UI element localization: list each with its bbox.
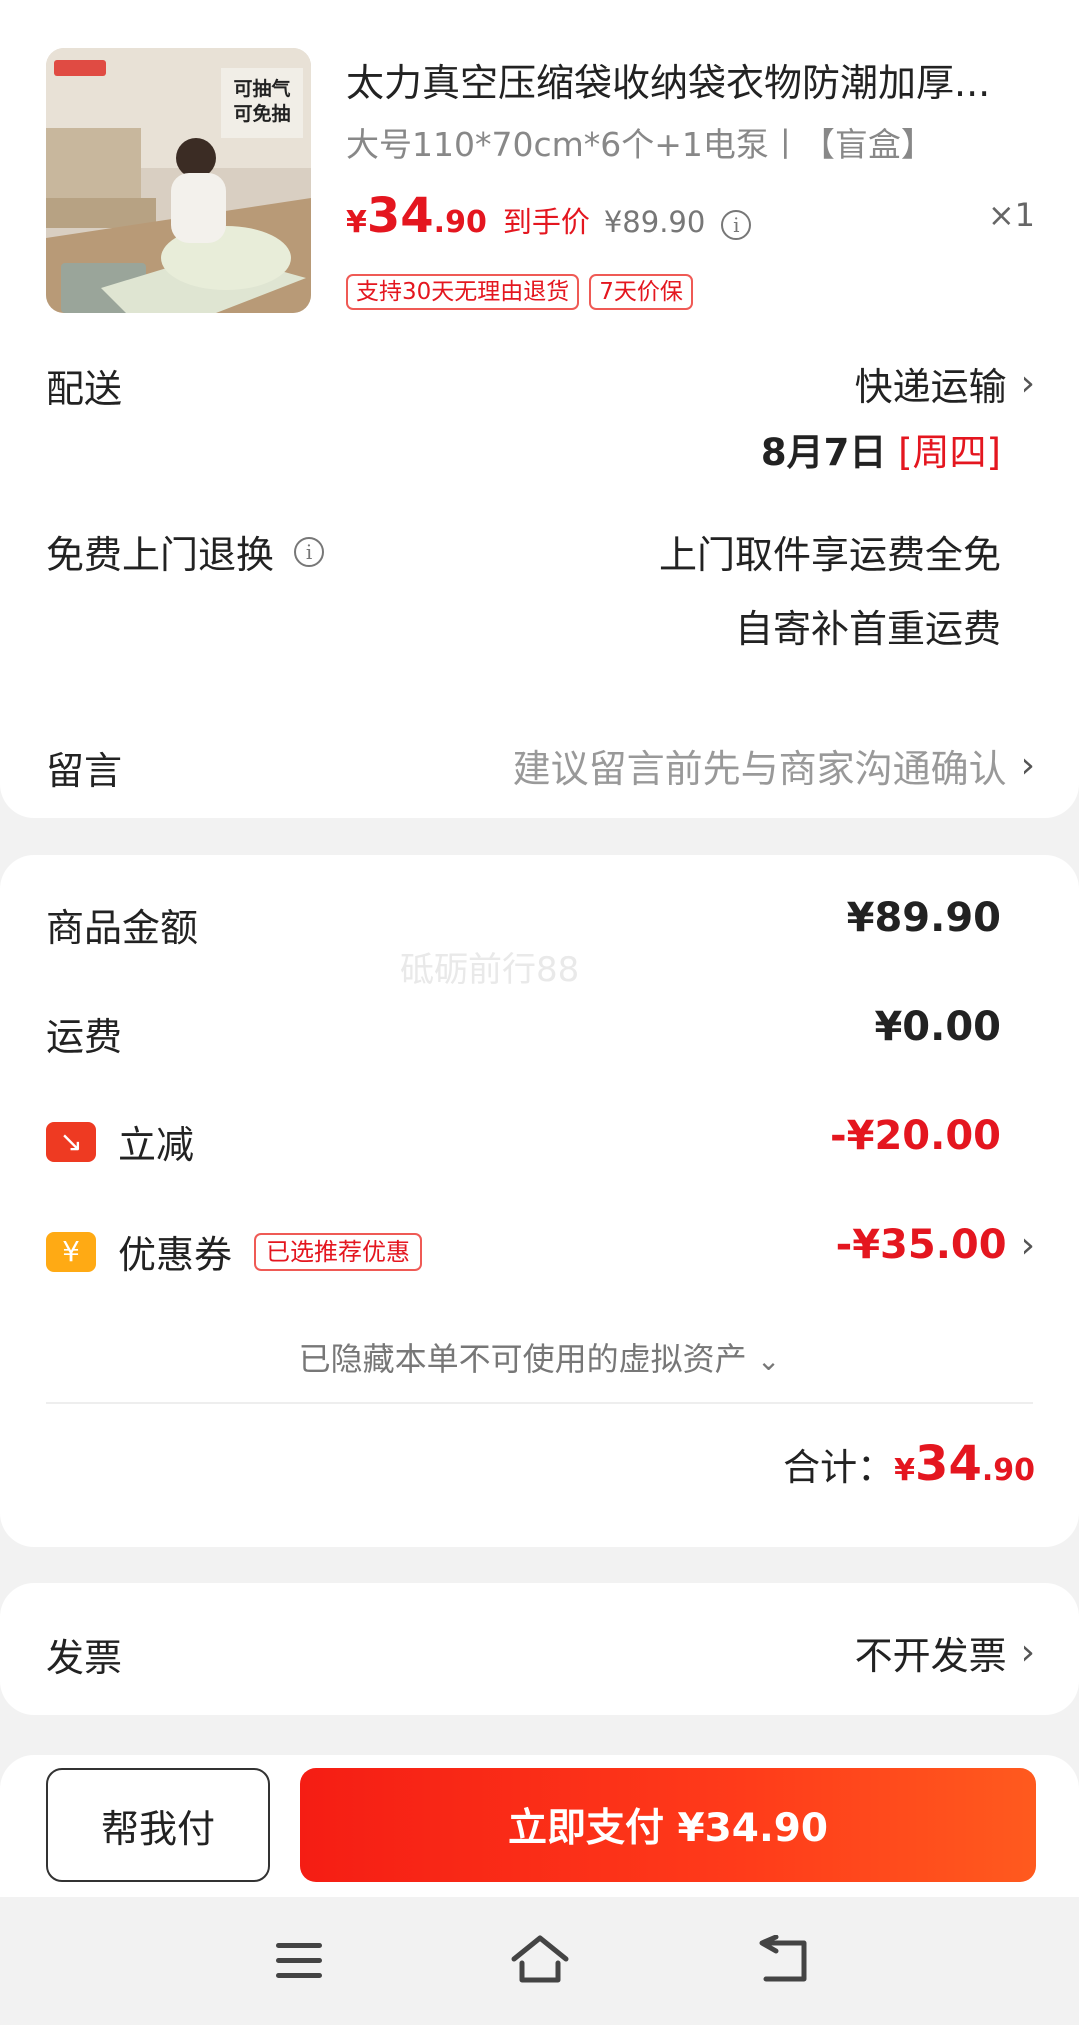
delivery-date: 8月7日 [760,431,887,474]
total-integer: 34 [915,1436,982,1492]
product-thumbnail[interactable]: 可抽气 可免抽 [46,48,311,313]
thumb-text-2: 可免抽 [233,102,290,125]
message-label: 留言 [46,749,123,793]
hidden-assets-text: 已隐藏本单不可使用的虚拟资产 [298,1340,747,1378]
delivery-method: 快递运输 [854,365,1007,409]
total-label: 合计： [783,1446,895,1489]
price-protection-tag: 7天价保 [589,274,693,310]
product-spec[interactable]: 大号110*70cm*6个+1电泵丨【盲盒】 [346,118,934,166]
menu-icon[interactable] [274,1939,324,1983]
product-image: 可抽气 可免抽 [46,48,311,313]
invoice-select[interactable]: 不开发票 › [855,1625,1035,1680]
coupon-row[interactable]: ¥ 优惠券 已选推荐优惠 [46,1224,423,1279]
delivery-weekday: [周四] [898,431,1001,474]
discount-label: 立减 [118,1123,195,1167]
final-price-label: 到手价 [502,205,590,239]
total-currency: ¥ [894,1453,916,1488]
divider [46,1402,1033,1404]
system-nav-bar [0,1897,1079,2025]
delivery-method-row[interactable]: 快递运输 › [855,356,1035,411]
invoice-label: 发票 [46,1636,123,1680]
coupon-recommended-tag: 已选推荐优惠 [254,1232,423,1271]
help-pay-button[interactable]: 帮我付 [46,1768,270,1882]
chevron-right-icon: › [1020,745,1035,786]
product-price-row: ¥ 34 .90 到手价 ¥89.90 i [346,188,752,244]
chevron-right-icon: › [1020,1632,1035,1673]
total-row: 合计： ¥ 34 .90 [783,1436,1035,1492]
return-self-send-text: 自寄补首重运费 [734,607,1001,651]
home-icon[interactable] [510,1933,570,1987]
return-policy-tag: 支持30天无理由退货 [346,274,580,310]
product-title[interactable]: 太力真空压缩袋收纳袋衣物防潮加厚... [346,52,990,107]
chevron-down-icon: ⌄ [756,1344,781,1377]
shipping-value: ¥0.00 [874,1004,1001,1050]
back-icon[interactable] [756,1935,810,1985]
goods-amount-value: ¥89.90 [846,895,1001,941]
discount-row: ↘ 立减 [46,1114,194,1169]
thumb-text-1: 可抽气 [233,77,290,100]
chevron-right-icon: › [1020,1224,1035,1266]
trend-down-icon: ↘ [46,1121,96,1162]
coupon-yen-icon: ¥ [46,1231,96,1272]
original-price: ¥89.90 [603,205,706,239]
coupon-value-row[interactable]: -¥35.00 › [836,1222,1035,1268]
free-return-label: 免费上门退换 [46,533,275,577]
order-item-card: 可抽气 可免抽 太力真空压缩袋收纳袋衣物防潮加厚... 大号110*70cm*6… [0,0,1079,818]
total-decimal: .90 [981,1453,1035,1488]
free-return-row: 免费上门退换 i [46,524,325,579]
hidden-assets-toggle[interactable]: 已隐藏本单不可使用的虚拟资产 ⌄ [0,1334,1079,1380]
return-pickup-text: 上门取件享运费全免 [658,533,1001,577]
pay-now-button[interactable]: 立即支付 ¥34.90 [300,1768,1036,1882]
price-integer: 34 [366,188,434,244]
price-currency: ¥ [346,205,367,240]
quantity: ×1 [987,196,1035,234]
info-icon[interactable]: i [294,536,325,567]
message-placeholder: 建议留言前先与商家沟通确认 [512,747,1007,791]
invoice-value: 不开发票 [854,1634,1007,1678]
coupon-value: -¥35.00 [835,1222,1007,1268]
message-input[interactable]: 建议留言前先与商家沟通确认 › [513,738,1035,793]
service-tags: 支持30天无理由退货 7天价保 [346,274,693,310]
goods-amount-label: 商品金额 [46,906,199,950]
price-decimal: .90 [433,205,487,240]
delivery-date-row: 8月7日 [周四] [761,422,1001,476]
delivery-label: 配送 [46,367,123,411]
discount-value: -¥20.00 [830,1113,1001,1159]
shipping-label: 运费 [46,1015,123,1059]
watermark: 砥砺前行88 [400,950,580,990]
coupon-label: 优惠券 [118,1233,233,1277]
chevron-right-icon: › [1020,363,1035,404]
info-icon[interactable]: i [721,210,752,240]
